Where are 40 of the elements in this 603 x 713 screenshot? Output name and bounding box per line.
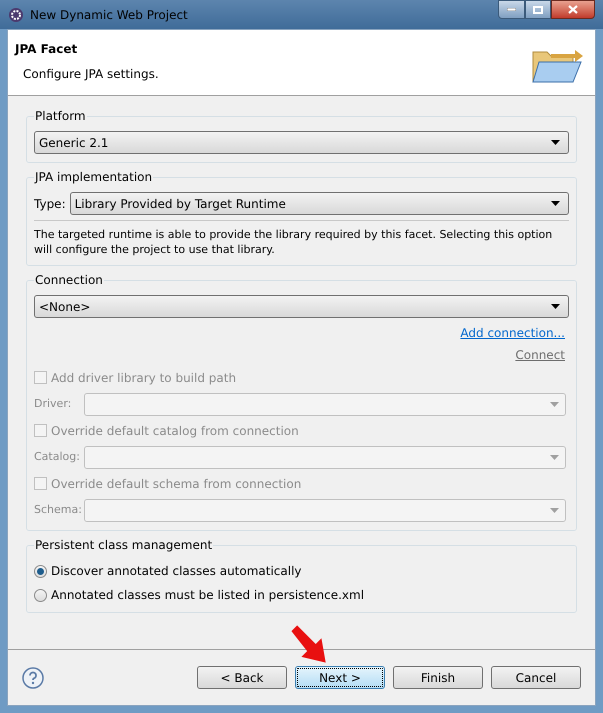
- checkbox-label: Override default catalog from connection: [51, 422, 299, 440]
- close-icon: [568, 5, 578, 14]
- field-label: Schema:: [34, 502, 83, 518]
- dropdown-arrow-icon: [551, 201, 560, 206]
- dialog-button[interactable]: Finish: [393, 666, 483, 689]
- type-description: The targeted runtime is able to provide the library required by this facet. Selecting this option will configure the project to use that library.: [34, 227, 554, 257]
- dropdown-arrow-icon: [550, 508, 559, 512]
- connection-dropdown[interactable]: <None>: [34, 295, 569, 318]
- dialog-button[interactable]: < Back: [197, 666, 287, 689]
- help-icon[interactable]: [22, 666, 44, 688]
- minimize-button[interactable]: [498, 0, 525, 19]
- radio-button[interactable]: [34, 588, 47, 602]
- group-label: Persistent class management: [34, 537, 214, 553]
- gear-icon: [8, 6, 24, 22]
- window-title: New Dynamic Web Project: [30, 6, 188, 24]
- radio-label: Annotated classes must be listed in persistence.xml: [51, 587, 364, 604]
- dialog-button[interactable]: Cancel: [491, 666, 581, 689]
- group-label: JPA implementation: [34, 169, 154, 185]
- radio-button[interactable]: [34, 564, 47, 578]
- close-button[interactable]: [551, 0, 595, 19]
- checkbox-label: Add driver library to build path: [51, 370, 236, 386]
- page-title: JPA Facet: [15, 41, 78, 58]
- type-label: Type:: [34, 196, 66, 212]
- dropdown-arrow-icon: [550, 454, 559, 460]
- page-description: Configure JPA settings.: [23, 66, 159, 83]
- add-connection-link[interactable]: Add connection...: [460, 324, 565, 342]
- dropdown-arrow-icon: [550, 402, 559, 406]
- radio-label: Discover annotated classes automatically: [51, 563, 302, 580]
- minimize-icon: [507, 8, 516, 11]
- dialog-button[interactable]: Next >: [295, 666, 385, 689]
- dropdown-arrow-icon: [551, 304, 560, 309]
- checkbox-label: Override default schema from connection: [51, 476, 302, 492]
- maximize-button[interactable]: [525, 0, 551, 19]
- maximize-icon: [533, 6, 543, 14]
- platform-dropdown[interactable]: Generic 2.1: [34, 131, 569, 154]
- dropdown-arrow-icon: [551, 140, 560, 145]
- field-label: Driver:: [34, 396, 72, 412]
- field-label: Catalog:: [34, 448, 81, 465]
- type-dropdown[interactable]: Library Provided by Target Runtime: [70, 192, 569, 215]
- connect-link[interactable]: Connect: [515, 346, 565, 364]
